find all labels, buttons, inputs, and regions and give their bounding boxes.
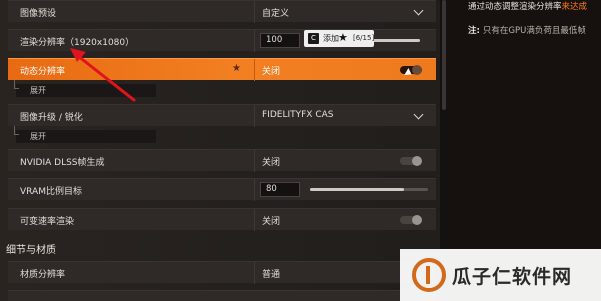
row-value: 自定义 <box>262 9 290 19</box>
divider <box>254 1 255 23</box>
row-dlss-frame-gen[interactable]: NVIDIA DLSS帧生成 关闭 <box>8 149 436 172</box>
expand-label: 展开 <box>30 86 46 95</box>
vrs-toggle[interactable] <box>400 215 422 225</box>
key-badge: C <box>308 33 319 44</box>
slider-fill <box>310 188 405 191</box>
tooltip-page: [6/15] <box>353 34 375 42</box>
divider <box>254 179 255 201</box>
row-value: 关闭 <box>262 158 281 168</box>
vram-target-slider[interactable] <box>310 188 428 191</box>
divider <box>254 262 255 284</box>
row-value: 关闭 <box>262 217 281 227</box>
tooltip-text: 添加 <box>323 34 339 43</box>
section-title: 细节与材质 <box>6 245 56 256</box>
row-label: 可变速率渲染 <box>20 217 75 227</box>
info-description: 通过动态调整渲染分辨率来达成 <box>468 0 587 12</box>
toggle-knob <box>412 156 422 166</box>
chevron-down-icon[interactable] <box>413 109 424 120</box>
row-upscaling[interactable]: 图像升级 / 锐化 FIDELITYFX CAS <box>8 104 436 127</box>
row-value: FIDELITYFX CAS <box>262 110 334 120</box>
watermark-text: 瓜子仁软件网 <box>452 266 573 288</box>
row-label: 图像升级 / 锐化 <box>20 113 83 123</box>
add-favorite-tooltip: C 添加 ★ [6/15] <box>304 30 374 47</box>
tree-corner <box>14 126 19 135</box>
divider <box>254 150 255 172</box>
row-label: 动态分辨率 <box>20 67 66 77</box>
toggle-knob <box>412 215 422 225</box>
divider <box>254 105 255 127</box>
tree-corner <box>14 80 19 89</box>
row-label: NVIDIA DLSS帧生成 <box>20 158 105 168</box>
row-partial[interactable] <box>8 290 436 301</box>
row-value: 普通 <box>262 270 281 280</box>
row-image-preset[interactable]: 图像预设 自定义 <box>8 0 436 23</box>
row-label: VRAM比例目标 <box>20 187 82 197</box>
row-value: 关闭 <box>262 67 281 77</box>
expand-item[interactable]: 展开 <box>14 126 156 143</box>
row-texture-resolution[interactable]: 材质分辨率 普通 <box>8 261 436 284</box>
star-icon: ★ <box>338 31 348 44</box>
row-vram-target[interactable]: VRAM比例目标 80 <box>8 178 436 201</box>
info-note: 注: 只有在GPU满负荷且最低帧 <box>468 24 586 36</box>
chevron-down-icon[interactable] <box>413 5 424 16</box>
divider <box>254 209 255 231</box>
watermark-logo-icon <box>412 258 446 292</box>
dlss-frame-gen-toggle[interactable] <box>400 156 422 166</box>
row-label: 材质分辨率 <box>20 270 66 280</box>
expand-label: 展开 <box>30 132 46 141</box>
row-label: 渲染分辨率（1920x1080） <box>20 38 135 48</box>
info-text: 通过动态调整渲染分辨率 <box>468 2 562 12</box>
row-dynamic-resolution[interactable]: 动态分辨率 ★ 关闭 <box>8 58 436 81</box>
row-variable-rate-shading[interactable]: 可变速率渲染 关闭 <box>8 208 436 231</box>
vram-target-input[interactable]: 80 <box>260 182 300 197</box>
render-resolution-input[interactable]: 100 <box>260 33 300 48</box>
note-text: 只有在GPU满负荷且最低帧 <box>482 26 586 36</box>
row-label: 图像预设 <box>20 9 57 19</box>
star-icon[interactable]: ★ <box>232 63 241 74</box>
divider <box>254 59 255 81</box>
note-label: 注: <box>468 26 480 36</box>
render-resolution-value: 100 <box>266 35 283 45</box>
expand-item[interactable]: 展开 <box>14 80 156 97</box>
info-highlight: 来达成 <box>561 2 588 12</box>
divider <box>254 30 255 52</box>
scrollbar-thumb[interactable] <box>442 0 446 110</box>
vram-target-value: 80 <box>266 184 277 194</box>
